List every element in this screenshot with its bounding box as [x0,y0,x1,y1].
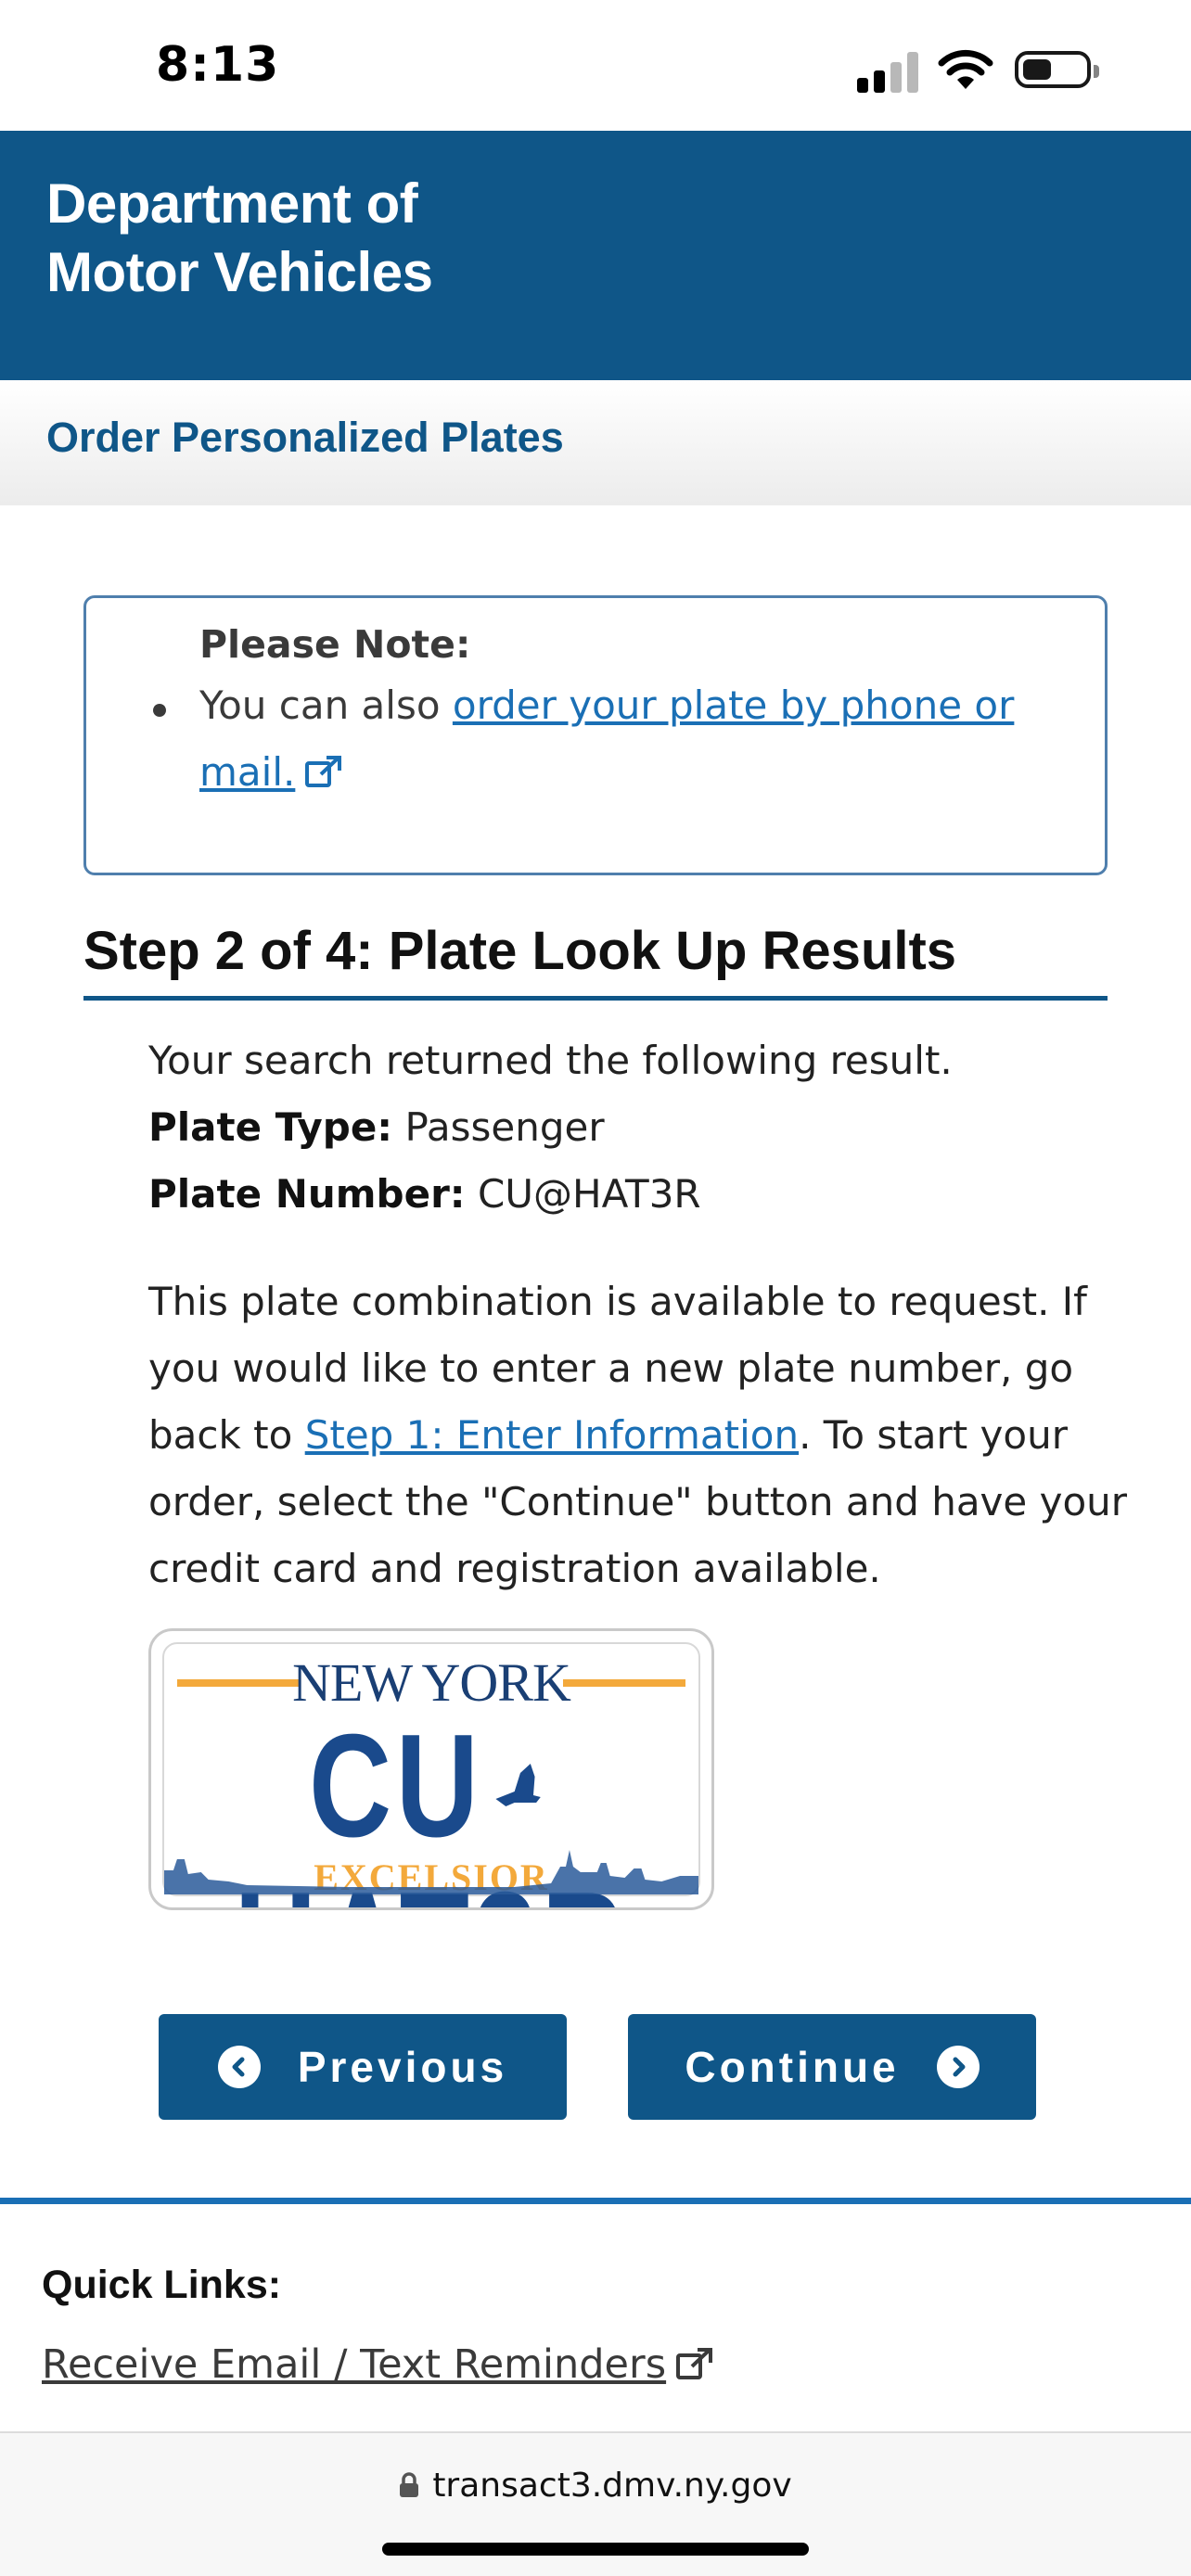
lock-icon [400,2472,419,2497]
footer-divider [0,2198,1191,2204]
status-bar: 8:13 [0,0,1191,131]
plate-number-value: CU@HAT3R [477,1171,701,1217]
chevron-right-circle-icon [936,2046,980,2088]
plate-type-value: Passenger [404,1104,605,1150]
site-title[interactable]: Department of Motor Vehicles [46,170,696,307]
plate-border: NEW YORK CU HAT3R EXCELSIOR [162,1642,700,1907]
url-field[interactable]: transact3.dmv.ny.gov [0,2467,1191,2505]
continue-button[interactable]: Continue [628,2014,1036,2120]
reminders-link-label: Receive Email / Text Reminders [42,2341,667,2388]
quick-links-heading: Quick Links: [42,2263,282,2307]
availability-paragraph: This plate combination is available to r… [148,1269,1132,1602]
step-heading-divider [83,996,1108,1001]
bullet-icon [153,704,166,717]
status-time: 8:13 [156,37,280,93]
result-intro: Your search returned the following resul… [148,1038,953,1083]
step-1-link[interactable]: Step 1: Enter Information [305,1412,799,1458]
plate-type-row: Plate Type: Passenger [148,1094,1122,1161]
note-text-prefix: You can also [199,682,453,728]
license-plate-image: NEW YORK CU HAT3R EXCELSIOR [148,1628,714,1910]
reminders-link[interactable]: Receive Email / Text Reminders [42,2341,713,2388]
site-title-line-2: Motor Vehicles [46,241,433,303]
previous-button[interactable]: Previous [159,2014,567,2120]
new-york-state-icon [495,1764,541,1806]
site-header: Department of Motor Vehicles [0,131,1191,380]
home-indicator[interactable] [382,2543,809,2556]
continue-button-label: Continue [685,2043,900,2091]
page: 8:13 Department of Motor Vehicles Order … [0,0,1191,2576]
cellular-signal-icon [857,50,918,93]
page-title: Order Personalized Plates [46,414,564,461]
skyline-graphic [164,1850,698,1894]
site-title-line-1: Department of [46,172,418,235]
note-heading: Please Note: [199,622,471,667]
plate-number-label: Plate Number: [148,1171,466,1217]
external-link-icon [676,2348,713,2379]
browser-address-bar: transact3.dmv.ny.gov [0,2431,1191,2576]
previous-button-label: Previous [297,2043,508,2091]
url-text: transact3.dmv.ny.gov [432,2467,792,2505]
plate-type-label: Plate Type: [148,1104,393,1150]
external-link-icon [305,756,342,787]
wifi-icon [938,49,993,89]
note-text: You can also order your plate by phone o… [199,672,1034,806]
chevron-left-circle-icon [217,2046,261,2088]
battery-icon [1015,51,1099,88]
note-box: Please Note: You can also order your pla… [83,595,1108,875]
step-heading: Step 2 of 4: Plate Look Up Results [83,921,957,981]
page-subheader: Order Personalized Plates [0,380,1191,505]
search-result: Your search returned the following resul… [148,1027,1122,1228]
plate-number-row: Plate Number: CU@HAT3R [148,1161,1122,1228]
